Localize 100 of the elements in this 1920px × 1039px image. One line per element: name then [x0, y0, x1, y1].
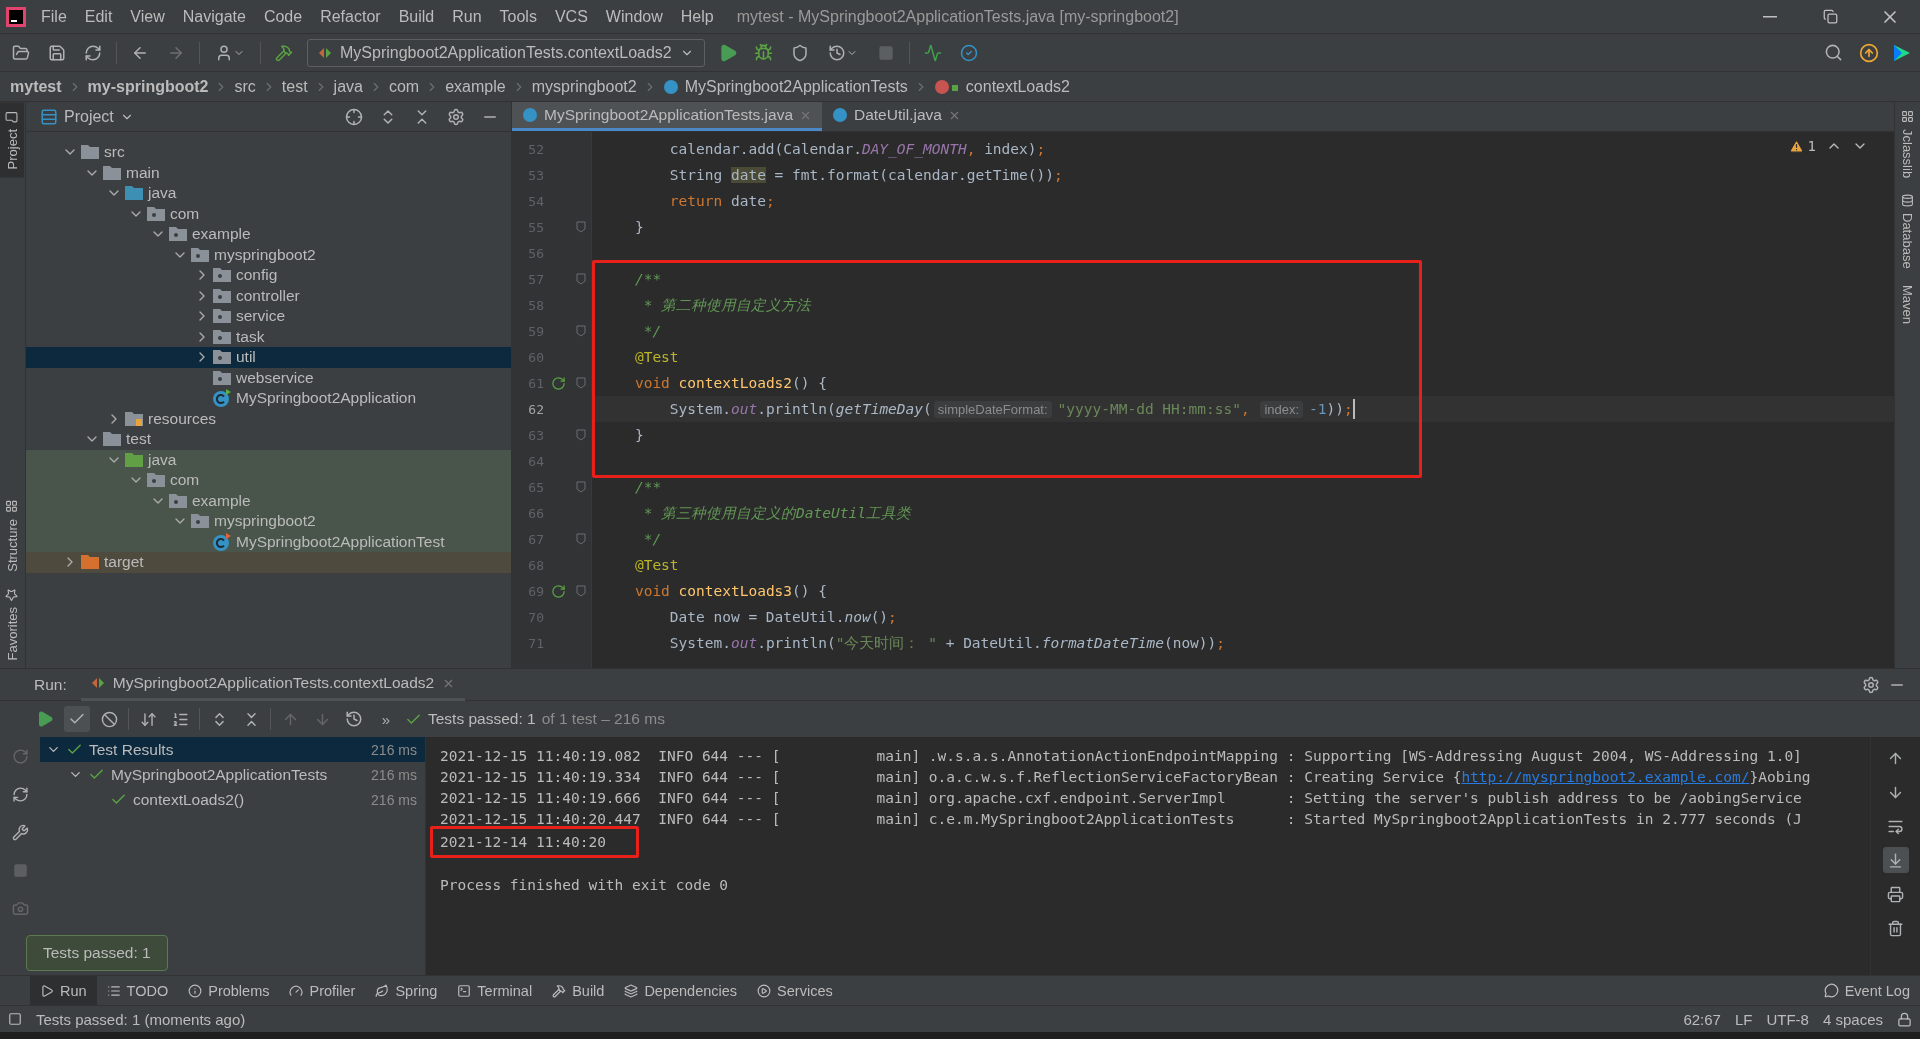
editor-tab[interactable]: DateUtil.java — [822, 102, 971, 131]
status-item[interactable]: 62:67 — [1683, 1010, 1721, 1028]
code-token: .println( — [757, 401, 836, 417]
event-log-tab[interactable]: Event Log — [1813, 975, 1920, 1006]
tree-item[interactable]: com — [26, 470, 511, 491]
side-tab[interactable]: Maven — [1895, 276, 1919, 332]
test-tree-item[interactable]: Test Results 216 ms — [40, 737, 425, 762]
menu-item[interactable]: Window — [596, 0, 672, 34]
scroll-to-end-icon[interactable] — [1882, 847, 1909, 873]
tree-item[interactable]: example — [26, 224, 511, 245]
fold-marker-icon[interactable] — [576, 221, 586, 233]
play-icon — [40, 983, 54, 998]
side-tab[interactable]: Jclasslib — [1895, 102, 1919, 187]
tool-window-tab[interactable]: Services — [747, 975, 843, 1006]
tool-window-tab[interactable]: TODO — [96, 975, 179, 1006]
tree-item[interactable]: config — [26, 265, 511, 286]
side-tab[interactable]: Database — [1895, 186, 1919, 277]
run-config-select[interactable]: MySpringboot2ApplicationTests.contextLoads2 — [307, 38, 705, 67]
speech-bubble-icon — [1823, 983, 1839, 998]
folder-icon — [5, 110, 19, 123]
side-tab[interactable]: Favorites — [0, 579, 24, 668]
panel-toggle-icon[interactable] — [8, 1012, 22, 1026]
tool-window-tab[interactable]: Spring — [365, 975, 448, 1006]
console-link[interactable]: http://myspringboot2.example.com/ — [1461, 768, 1750, 785]
menu-item[interactable]: Build — [389, 0, 444, 34]
breadcrumb[interactable]: mytest — [10, 77, 62, 96]
tree-item[interactable]: MySpringboot2ApplicationTest — [26, 531, 511, 552]
run-gutter-icon[interactable] — [550, 583, 566, 599]
breadcrumb[interactable]: MySpringboot2ApplicationTests — [662, 77, 908, 96]
tree-item[interactable]: controller — [26, 285, 511, 306]
code-token: DAY_OF_MONTH — [861, 141, 967, 157]
console-line: Process finished with exit code 0 — [440, 875, 729, 895]
status-item[interactable]: UTF-8 — [1766, 1010, 1809, 1028]
tooltip: Tests passed: 1 — [26, 935, 168, 971]
breadcrumb[interactable]: test — [281, 77, 308, 96]
tool-window-tab[interactable]: Dependencies — [614, 975, 748, 1006]
run-gutter-icon[interactable] — [550, 375, 566, 391]
tree-item[interactable]: webservice — [26, 367, 511, 388]
menu-item[interactable]: Edit — [75, 0, 122, 34]
more-button[interactable]: » — [373, 706, 399, 732]
menu-item[interactable]: Tools — [490, 0, 546, 34]
tool-window-tab[interactable]: Profiler — [279, 975, 366, 1006]
menu-item[interactable]: Navigate — [173, 0, 255, 34]
fold-marker-icon[interactable] — [576, 429, 586, 441]
menu-item[interactable]: Run — [443, 0, 491, 34]
breadcrumb[interactable]: myspringboot2 — [531, 77, 637, 96]
tree-item[interactable]: resources — [26, 408, 511, 429]
tree-item[interactable]: MySpringboot2Application — [26, 388, 511, 409]
menu-item[interactable]: File — [32, 0, 76, 34]
fold-marker-icon[interactable] — [576, 585, 586, 597]
run-tab[interactable]: MySpringboot2ApplicationTests.contextLoads2 — [80, 668, 466, 701]
tree-item[interactable]: com — [26, 203, 511, 224]
breadcrumb[interactable]: src — [234, 77, 256, 96]
star-icon — [5, 587, 19, 601]
tree-item[interactable]: myspringboot2 — [26, 511, 511, 532]
warning-count[interactable]: 1 — [1788, 138, 1816, 154]
test-tree-item[interactable]: MySpringboot2ApplicationTests 216 ms — [40, 762, 425, 787]
status-item[interactable]: 4 spaces — [1822, 1010, 1883, 1028]
breadcrumb[interactable]: my-springboot2 — [87, 77, 209, 96]
tree-item[interactable]: src — [26, 142, 511, 163]
tool-window-tab[interactable]: Build — [542, 975, 615, 1006]
breadcrumb[interactable]: com — [388, 77, 420, 96]
show-passed-icon[interactable] — [64, 706, 90, 732]
test-tree-item[interactable]: contextLoads2() 216 ms — [40, 787, 425, 812]
tree-item[interactable]: test — [26, 429, 511, 450]
tool-window-tab[interactable]: Run — [30, 975, 97, 1006]
editor-tab[interactable]: MySpringboot2ApplicationTests.java — [512, 102, 822, 131]
fold-marker-icon[interactable] — [576, 273, 586, 285]
fold-marker-icon[interactable] — [576, 377, 586, 389]
tree-item[interactable]: task — [26, 326, 511, 347]
tool-window-tab[interactable]: Terminal — [447, 975, 543, 1006]
tree-item[interactable]: myspringboot2 — [26, 244, 511, 265]
breadcrumb[interactable]: example — [445, 77, 506, 96]
tree-item[interactable]: example — [26, 490, 511, 511]
toolbox-logo-icon[interactable] — [1892, 42, 1912, 63]
fold-marker-icon[interactable] — [576, 533, 586, 545]
tree-item[interactable]: main — [26, 162, 511, 183]
package-icon — [146, 472, 166, 489]
breadcrumb[interactable]: java — [333, 77, 363, 96]
fold-marker-icon[interactable] — [576, 481, 586, 493]
menu-item[interactable]: Help — [671, 0, 723, 34]
menu-item[interactable]: View — [121, 0, 174, 34]
code-token: Date now = DateUtil. — [668, 609, 845, 625]
side-tab[interactable]: Structure — [0, 491, 24, 580]
project-view-select[interactable]: Project — [40, 107, 134, 126]
status-item[interactable]: LF — [1734, 1010, 1753, 1028]
tree-item[interactable]: target — [26, 552, 511, 573]
tree-item[interactable]: java — [26, 449, 511, 470]
menu-item[interactable]: Code — [254, 0, 312, 34]
tree-item[interactable]: util — [26, 347, 511, 368]
tool-window-tab[interactable]: Problems — [178, 975, 280, 1006]
menu-item[interactable]: Refactor — [311, 0, 390, 34]
menu-item[interactable]: VCS — [545, 0, 597, 34]
fold-marker-icon[interactable] — [576, 325, 586, 337]
tree-item[interactable]: service — [26, 306, 511, 327]
side-tab[interactable]: Project — [0, 102, 24, 178]
tree-item[interactable]: java — [26, 183, 511, 204]
lock-icon[interactable] — [1897, 1011, 1912, 1027]
breadcrumb[interactable]: contextLoads2 — [933, 77, 1070, 96]
window-title: mytest - MySpringboot2ApplicationTests.java [my-springboot2] — [736, 7, 1179, 26]
